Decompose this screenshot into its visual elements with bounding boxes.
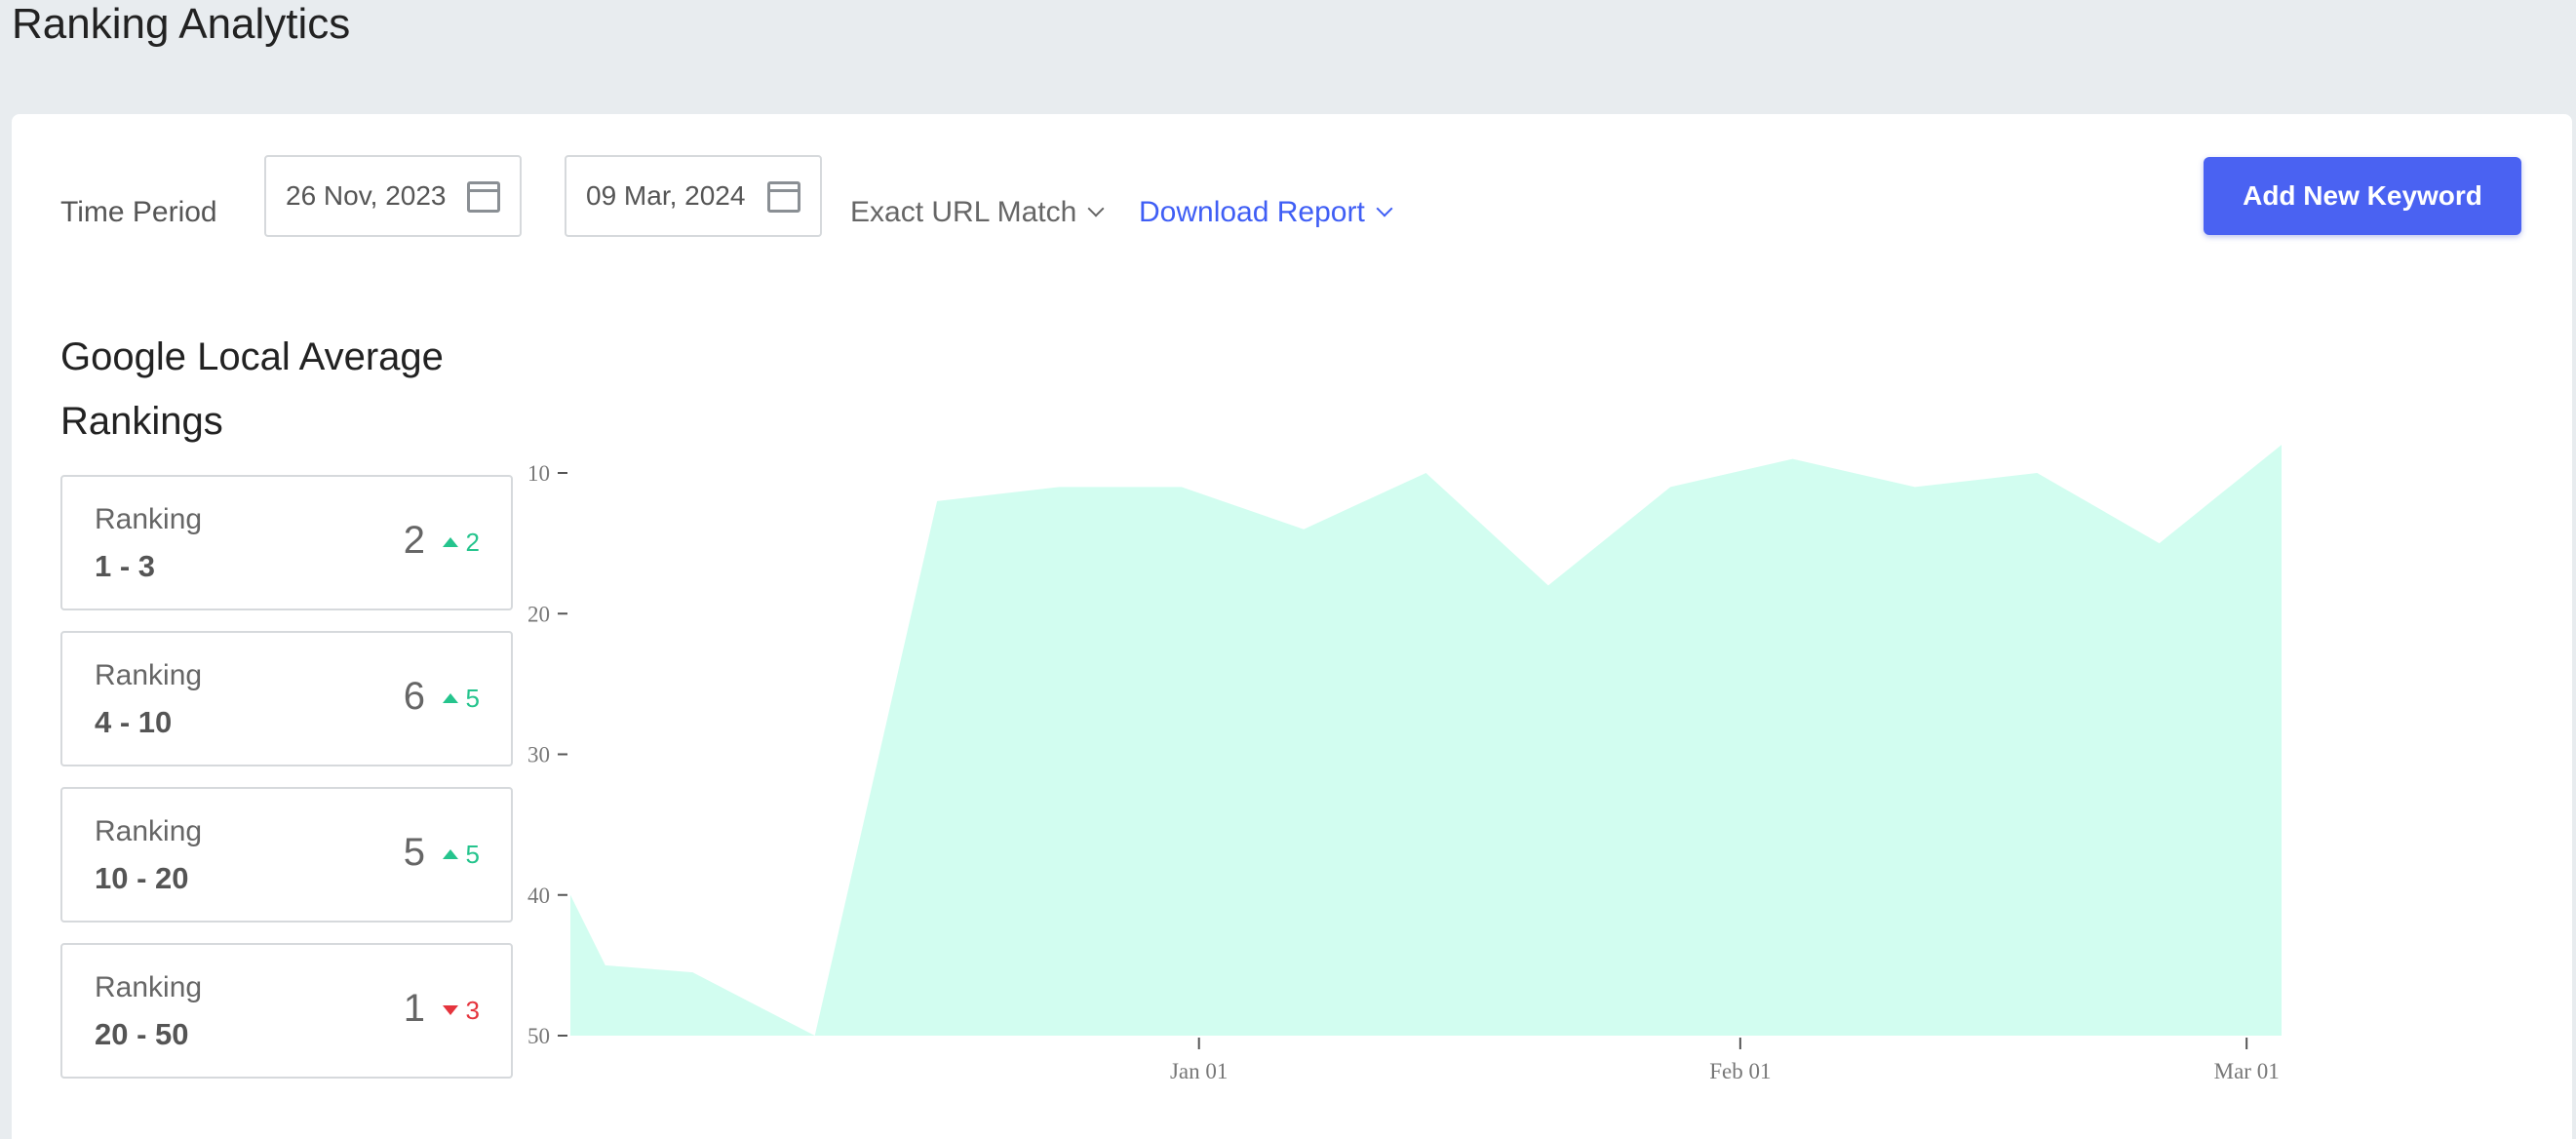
y-tick-label: 50 — [527, 1024, 550, 1048]
page-title: Ranking Analytics — [12, 0, 351, 48]
rankings-area-chart: 10 20 30 40 50 Jan 01 Feb 01 Mar 01 — [527, 445, 2282, 1083]
y-tick-label: 10 — [527, 461, 550, 486]
x-tick-label: Feb 01 — [1709, 1059, 1771, 1083]
y-tick-label: 20 — [527, 602, 550, 626]
y-tick-label: 40 — [527, 884, 550, 908]
x-tick-label: Mar 01 — [2214, 1059, 2280, 1083]
ranking-area-series — [570, 445, 2282, 1037]
y-tick-label: 30 — [527, 743, 550, 767]
analytics-card: Time Period 26 Nov, 2023 09 Mar, 2024 Ex… — [12, 114, 2572, 1139]
x-tick-label: Jan 01 — [1170, 1059, 1228, 1083]
